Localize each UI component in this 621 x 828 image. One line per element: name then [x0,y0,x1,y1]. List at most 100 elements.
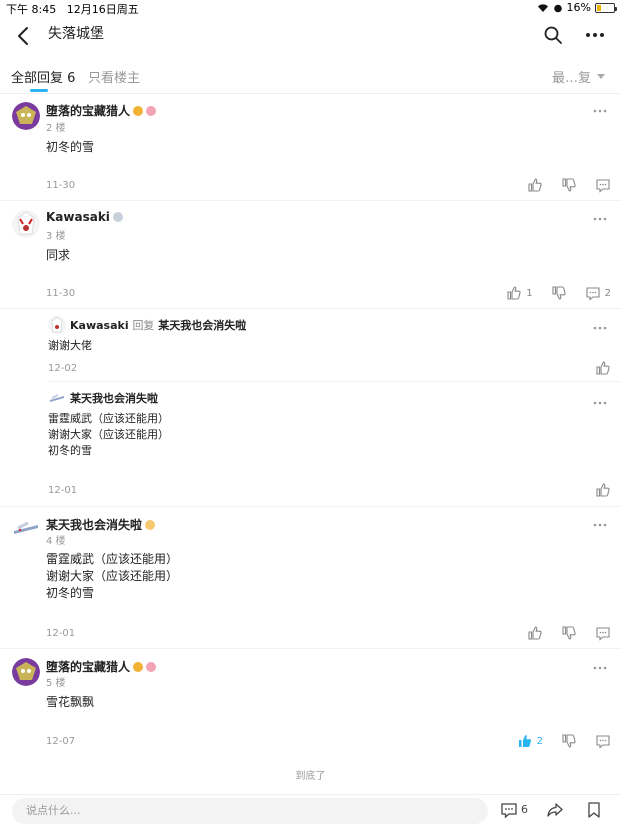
avatar[interactable] [12,658,40,686]
status-time: 下午 8:45 [6,3,57,16]
sub-reply: 某天我也会消失啦 雷霆威武（应该还能用） 谢谢大家（应该还能用） 初冬的雪 12… [0,382,621,506]
level-badge-icon [133,661,144,672]
reply-date: 12-07 [46,736,76,747]
reply-floor: Kawasaki 3 楼 同求 11-30 1 2 [0,202,621,309]
reply-floor: 堕落的宝藏猎人 2 楼 初冬的雪 11-30 [0,94,621,201]
more-options-icon[interactable] [593,522,607,528]
username[interactable]: 堕落的宝藏猎人 [46,102,157,119]
search-icon[interactable] [543,25,563,45]
avatar[interactable] [48,389,66,407]
like-button-active[interactable]: 2 [517,733,543,749]
dislike-button[interactable] [561,733,577,749]
reply-target[interactable]: 某天我也会消失啦 [158,319,246,332]
sub-reply-text: 谢谢大佬 [48,339,92,352]
reply-text: 同求 [46,248,71,262]
reply-actions [509,177,611,193]
comment-button[interactable] [595,625,611,641]
username[interactable]: 某天我也会消失啦 [46,516,156,533]
reply-word: 回复 [132,319,155,332]
more-options-icon[interactable] [593,325,607,331]
dislike-button[interactable] [561,625,577,641]
more-options-icon[interactable] [593,108,607,114]
thumbs-up-icon [596,361,610,375]
like-count: 2 [536,735,543,747]
floor-number: 2 楼 [46,123,66,134]
reply-tabs: 全部回复 6 只看楼主 最…复 [0,56,621,94]
sub-reply-actions [577,360,611,376]
wifi-icon [537,3,548,12]
comment-icon[interactable] [500,801,518,819]
thumbs-down-icon [552,286,566,300]
avatar[interactable] [48,316,66,334]
back-arrow-icon[interactable] [12,24,36,48]
floor-number: 5 楼 [46,678,66,689]
share-icon[interactable] [546,801,564,819]
dislike-button[interactable] [561,177,577,193]
alarm-icon [553,4,562,12]
avatar[interactable] [12,514,40,542]
medal-badge-icon [146,105,157,116]
active-tab-indicator [30,89,48,92]
thumbs-up-icon [528,178,542,192]
more-options-icon[interactable] [593,665,607,671]
like-button[interactable]: 1 [506,285,533,301]
thumbs-down-icon [562,626,576,640]
nav-bar: 失落城堡 [0,16,621,56]
like-button[interactable] [527,625,543,641]
status-date: 12月16日周五 [66,3,139,16]
comment-icon [596,179,610,193]
username[interactable]: 堕落的宝藏猎人 [46,658,157,675]
like-count: 1 [526,287,533,299]
sub-reply-date: 12-02 [48,363,78,374]
thumbs-up-filled-icon [518,735,531,747]
end-of-list-text: 到底了 [295,771,326,782]
reply-actions [509,625,611,641]
comment-button[interactable] [595,177,611,193]
level-badge-icon [133,105,144,116]
avatar[interactable] [12,102,40,130]
divider [0,506,621,507]
comment-icon [596,735,610,749]
tab-all-replies[interactable]: 全部回复 6 [11,67,75,86]
like-button[interactable] [527,177,543,193]
sub-reply: Kawasaki 回复 某天我也会消失啦 谢谢大佬 12-02 [0,309,621,382]
sub-reply-actions [577,482,611,498]
page-title: 失落城堡 [48,26,104,42]
level-badge-icon [112,212,123,222]
like-button[interactable] [595,482,611,498]
comment-button[interactable] [595,733,611,749]
sort-dropdown[interactable]: 最…复 [552,67,605,86]
bookmark-icon[interactable] [585,801,603,819]
username[interactable]: Kawasaki [46,210,123,224]
username[interactable]: 某天我也会消失啦 [70,392,158,405]
chevron-down-icon [597,74,605,79]
floor-number: 3 楼 [46,231,66,242]
more-options-icon[interactable] [593,216,607,222]
bottom-bar: 说点什么... 6 [0,794,621,828]
thumbs-up-icon [596,483,610,497]
more-options-icon[interactable] [593,400,607,406]
comment-input[interactable]: 说点什么... [12,798,488,824]
reply-date: 11-30 [46,288,76,299]
thumbs-down-icon [562,734,576,748]
thumbs-up-icon [528,626,542,640]
floor-number: 4 楼 [46,536,66,547]
avatar[interactable] [12,210,40,238]
reply-date: 12-01 [46,628,76,639]
thumbs-up-icon [507,286,521,300]
comment-button[interactable]: 2 [585,285,611,301]
status-bar: 下午 8:45 12月16日周五 16% [0,0,621,16]
comment-total-count: 6 [521,803,528,816]
thumbs-down-icon [562,178,576,192]
level-badge-icon [145,519,156,530]
tab-owner-only[interactable]: 只看楼主 [88,67,140,86]
dislike-button[interactable] [551,285,567,301]
reply-actions: 1 2 [488,285,611,301]
username[interactable]: Kawasaki [70,319,129,332]
more-icon[interactable] [585,25,605,45]
comment-count: 2 [604,287,611,299]
reply-date: 11-30 [46,180,76,191]
sub-reply-date: 12-01 [48,485,78,496]
medal-badge-icon [146,661,157,672]
like-button[interactable] [595,360,611,376]
